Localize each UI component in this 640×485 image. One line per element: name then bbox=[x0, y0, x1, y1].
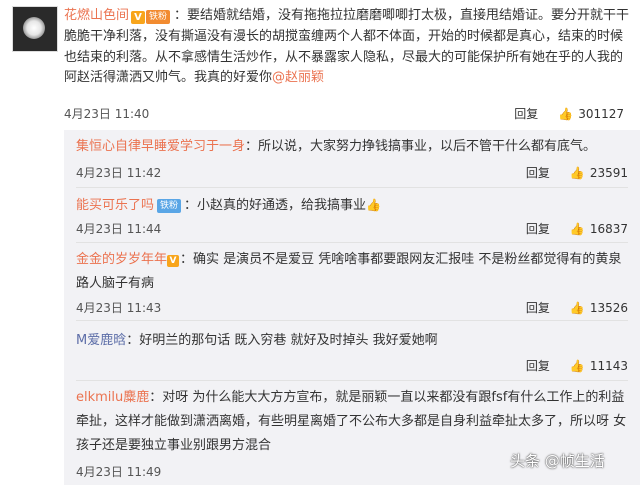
like-count: 16837 bbox=[589, 222, 628, 236]
reply-username[interactable]: 能买可乐了吗 bbox=[76, 198, 154, 213]
thumbs-up-icon[interactable]: 👍 bbox=[570, 166, 585, 180]
watermark: 头条 @帧生活 bbox=[510, 452, 605, 470]
timestamp: 4月23日 11:43 bbox=[76, 301, 162, 315]
like-count: 13526 bbox=[589, 301, 628, 315]
reply-actions: 回复 👍 23591 bbox=[526, 164, 628, 181]
timestamp: 4月23日 11:44 bbox=[76, 222, 162, 236]
reply-username[interactable]: elkmilu麋鹿 bbox=[76, 390, 149, 405]
iron-fan-badge: 铁粉 bbox=[146, 10, 171, 24]
reply-button[interactable]: 回复 bbox=[526, 164, 556, 181]
timestamp: 4月23日 11:49 bbox=[76, 465, 162, 479]
divider bbox=[76, 242, 628, 243]
reply-username[interactable]: 金金的岁岁年年 bbox=[76, 252, 167, 267]
reply-text: 集恒心自律早睡爱学习于一身：所以说，大家努力挣钱搞事业，以后不管干什么都有底气。 bbox=[76, 135, 628, 159]
timestamp: 4月23日 11:40 bbox=[64, 107, 150, 121]
verified-v-icon: V bbox=[167, 255, 180, 267]
verified-v-icon: V bbox=[131, 11, 146, 24]
reply-actions: 回复 👍 13526 bbox=[526, 299, 628, 316]
timestamp: 4月23日 11:42 bbox=[76, 166, 162, 180]
main-username[interactable]: 花燃山色间 bbox=[64, 8, 129, 23]
thumbs-up-emoji-icon: 👍 bbox=[366, 198, 381, 212]
thumbs-up-icon[interactable]: 👍 bbox=[570, 301, 585, 315]
main-comment-text: 花燃山色间 V 铁粉 ：要结婚就结婚，没有拖拖拉拉磨磨唧唧打太极，直接甩结婚证。要分开… bbox=[64, 6, 630, 89]
main-comment: 花燃山色间 V 铁粉 ：要结婚就结婚，没有拖拖拉拉磨磨唧唧打太极，直接甩结婚证。要分开… bbox=[0, 0, 640, 130]
iron-fan-badge: 铁粉 bbox=[157, 199, 182, 213]
reply-footer: 回复 👍 11143 bbox=[76, 357, 628, 375]
reply-username[interactable]: 集恒心自律早睡爱学习于一身 bbox=[76, 139, 245, 154]
reply-footer: 4月23日 11:44 回复 👍 16837 bbox=[76, 220, 628, 238]
reply-button[interactable]: 回复 bbox=[526, 357, 556, 374]
main-comment-footer: 4月23日 11:40 回复 👍 301127 bbox=[64, 105, 624, 123]
reply-button[interactable]: 回复 bbox=[514, 105, 544, 122]
reply-text: elkmilu麋鹿：对呀 为什么能大大方方宣布，就是丽颖一直以来都没有跟fsf有… bbox=[76, 386, 628, 458]
reply-actions: 回复 👍 11143 bbox=[526, 357, 628, 374]
flower-avatar-icon bbox=[23, 17, 45, 39]
thumbs-up-icon[interactable]: 👍 bbox=[570, 222, 585, 236]
reply-text: 能买可乐了吗 铁粉 ：小赵真的好通透，给我搞事业👍 bbox=[76, 193, 628, 218]
reply-body: ：所以说，大家努力挣钱搞事业，以后不管干什么都有底气。 bbox=[245, 139, 597, 154]
divider bbox=[76, 320, 628, 321]
thumbs-up-icon[interactable]: 👍 bbox=[570, 359, 585, 373]
reply-footer: 4月23日 11:43 回复 👍 13526 bbox=[76, 299, 628, 317]
reply-button[interactable]: 回复 bbox=[526, 299, 556, 316]
mention-link[interactable]: @赵丽颖 bbox=[272, 70, 324, 85]
reply-button[interactable]: 回复 bbox=[526, 220, 556, 237]
reply-body: ：小赵真的好通透，给我搞事业 bbox=[184, 198, 367, 213]
thumbs-up-icon[interactable]: 👍 bbox=[558, 107, 573, 121]
divider bbox=[76, 187, 628, 188]
divider bbox=[76, 380, 628, 381]
like-count: 11143 bbox=[589, 359, 628, 373]
reply-actions: 回复 👍 16837 bbox=[526, 220, 628, 237]
reply-text: 金金的岁岁年年 V ：确实 是演员不是爱豆 凭啥啥事都要跟网友汇报哇 不是粉丝都觉得… bbox=[76, 248, 628, 296]
like-count: 23591 bbox=[589, 166, 628, 180]
user-avatar[interactable] bbox=[12, 6, 58, 52]
reply-footer: 4月23日 11:42 回复 👍 23591 bbox=[76, 164, 628, 182]
comment-actions: 回复 👍 301127 bbox=[514, 105, 624, 122]
reply-username[interactable]: M爱鹿晗 bbox=[76, 333, 126, 348]
reply-body: ：好明兰的那句话 既入穷巷 就好及时掉头 我好爱她啊 bbox=[126, 333, 438, 348]
reply-text: M爱鹿晗：好明兰的那句话 既入穷巷 就好及时掉头 我好爱她啊 bbox=[76, 329, 628, 353]
reply-list: 集恒心自律早睡爱学习于一身：所以说，大家努力挣钱搞事业，以后不管干什么都有底气。… bbox=[64, 130, 640, 485]
like-count: 301127 bbox=[578, 107, 624, 121]
reply-body: ：对呀 为什么能大大方方宣布，就是丽颖一直以来都没有跟fsf有什么工作上的利益牵… bbox=[76, 390, 627, 453]
